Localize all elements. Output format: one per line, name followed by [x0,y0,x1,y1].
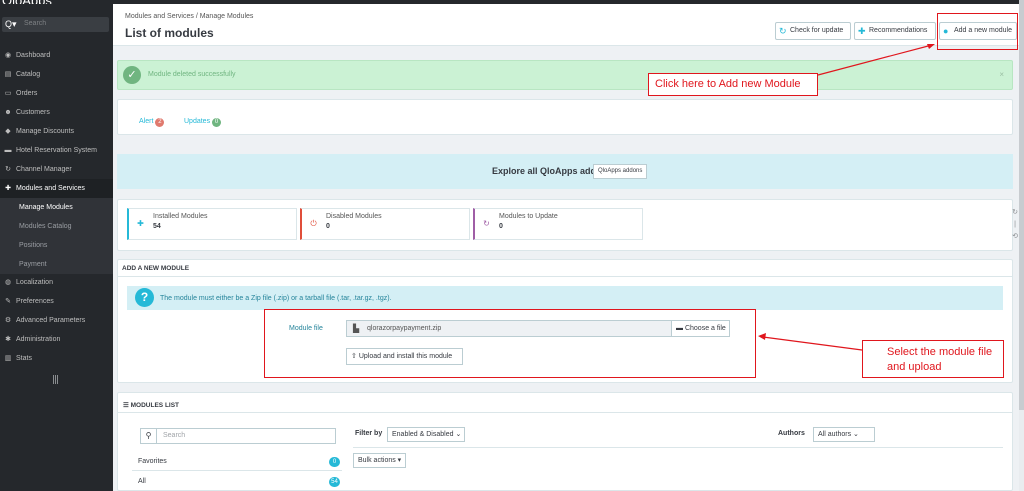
annotation-highlight-upload [264,309,756,378]
arrow-head-icon [927,44,935,49]
annotation-arrow-line [817,44,933,76]
page-scrollbar[interactable] [1019,0,1024,491]
arrow-head-icon [758,333,766,340]
scrollbar-thumb[interactable] [1019,0,1024,410]
annotation-callout-upload: Select the module file and upload [862,340,1004,378]
annotation-callout-add-module: Click here to Add new Module [648,73,818,96]
annotation-arrows [758,44,935,351]
annotation-arrow-line [762,336,863,351]
callout-line: Select the module file [887,346,993,358]
callout-line: and upload [887,361,942,373]
